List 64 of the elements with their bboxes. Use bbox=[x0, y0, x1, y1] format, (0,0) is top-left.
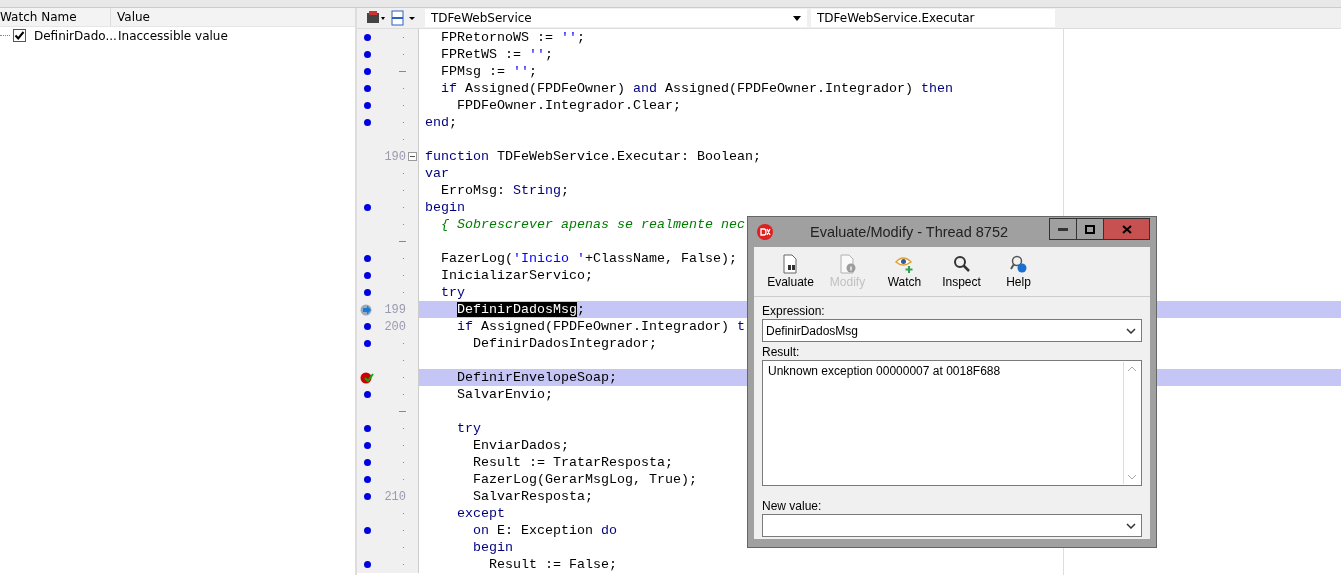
watch-value: Inaccessible value bbox=[118, 28, 228, 43]
code-line: FazerLog(GerarMsgLog, True); bbox=[472, 471, 697, 488]
code-line: end; bbox=[425, 114, 457, 131]
code-line: { Sobrescrever apenas se realmente nec bbox=[440, 216, 745, 233]
method-selector[interactable]: TDFeWebService.Executar bbox=[811, 9, 1055, 27]
close-icon bbox=[1121, 224, 1132, 234]
app-logo-icon bbox=[757, 224, 773, 240]
maximize-icon bbox=[1085, 224, 1095, 234]
field-label: Expression: bbox=[762, 303, 826, 319]
toolbar-button[interactable]: Help bbox=[990, 254, 1047, 289]
code-line: FPDFeOwner.Integrador.Clear; bbox=[456, 97, 681, 114]
code-line: begin bbox=[472, 539, 513, 556]
dropdown-arrow-icon bbox=[793, 15, 801, 21]
code-line: SalvarResposta; bbox=[472, 488, 593, 505]
code-line: DefinirEnvelopeSoap; bbox=[456, 369, 617, 386]
layout-icon[interactable] bbox=[389, 10, 417, 26]
binoculars-document-icon bbox=[781, 254, 800, 274]
column-header[interactable]: Watch Name bbox=[0, 8, 111, 26]
code-line: SalvarEnvio; bbox=[456, 386, 553, 403]
watch-checkbox[interactable] bbox=[13, 29, 26, 42]
code-line: function TDFeWebService.Executar: Boolean; bbox=[425, 148, 761, 165]
code-line: if Assigned(FPDFeOwner) and Assigned(FPDFeOwner.Integrador) then bbox=[440, 80, 953, 97]
field-label: Result: bbox=[762, 344, 801, 360]
info-document-icon bbox=[838, 254, 857, 274]
dialog-title: Evaluate/Modify - Thread 8752 bbox=[810, 224, 1008, 240]
code-line: Result := False; bbox=[488, 556, 617, 573]
result-field: Unknown exception 00000007 at 0018F688 bbox=[762, 360, 1142, 486]
line-number: 200 bbox=[383, 319, 406, 334]
code-line: EnviarDados; bbox=[472, 437, 569, 454]
toolbar-button[interactable]: Evaluate bbox=[762, 254, 819, 289]
new-value-field[interactable] bbox=[762, 514, 1142, 537]
line-number: 199 bbox=[383, 302, 406, 317]
search-icon bbox=[952, 254, 971, 274]
code-line: Result := TratarResposta; bbox=[472, 454, 673, 471]
code-line: begin bbox=[425, 199, 465, 216]
code-line: DefinirDadosMsg; bbox=[456, 301, 585, 318]
watch-name: DefinirDado... bbox=[34, 28, 118, 43]
code-line: InicializarServico; bbox=[440, 267, 593, 284]
column-header[interactable]: Value bbox=[111, 8, 150, 26]
code-line: ErroMsg: String; bbox=[440, 182, 569, 199]
code-line: FazerLog('Inicio '+ClassName, False); bbox=[440, 250, 737, 267]
minimize-icon bbox=[1058, 227, 1068, 231]
code-line: except bbox=[456, 505, 505, 522]
toolbar-button[interactable]: Watch bbox=[876, 254, 933, 289]
expression-field[interactable]: DefinirDadosMsg bbox=[762, 319, 1142, 342]
code-line: on E: Exception do bbox=[472, 522, 617, 539]
line-number: 190 bbox=[383, 149, 406, 164]
class-selector[interactable]: TDFeWebService bbox=[425, 9, 807, 27]
toolbar-button[interactable]: Inspect bbox=[933, 254, 990, 289]
close-button[interactable] bbox=[1104, 219, 1149, 239]
component-icon[interactable] bbox=[365, 10, 385, 26]
code-line: DefinirDadosIntegrador; bbox=[472, 335, 657, 352]
eye-plus-icon bbox=[894, 254, 915, 274]
collapse-icon[interactable] bbox=[407, 152, 417, 161]
code-line: FPMsg := ''; bbox=[440, 63, 537, 80]
code-line: try bbox=[456, 420, 481, 437]
code-line: try bbox=[440, 284, 465, 301]
code-line: FPRetornoWS := ''; bbox=[440, 29, 585, 46]
field-label: New value: bbox=[762, 498, 823, 514]
code-line: FPRetWS := ''; bbox=[440, 46, 553, 63]
code-line: if Assigned(FPDFeOwner.Integrador) t bbox=[456, 318, 745, 335]
line-number: 210 bbox=[383, 489, 406, 504]
help-icon bbox=[1009, 254, 1028, 274]
code-line: var bbox=[425, 165, 449, 182]
